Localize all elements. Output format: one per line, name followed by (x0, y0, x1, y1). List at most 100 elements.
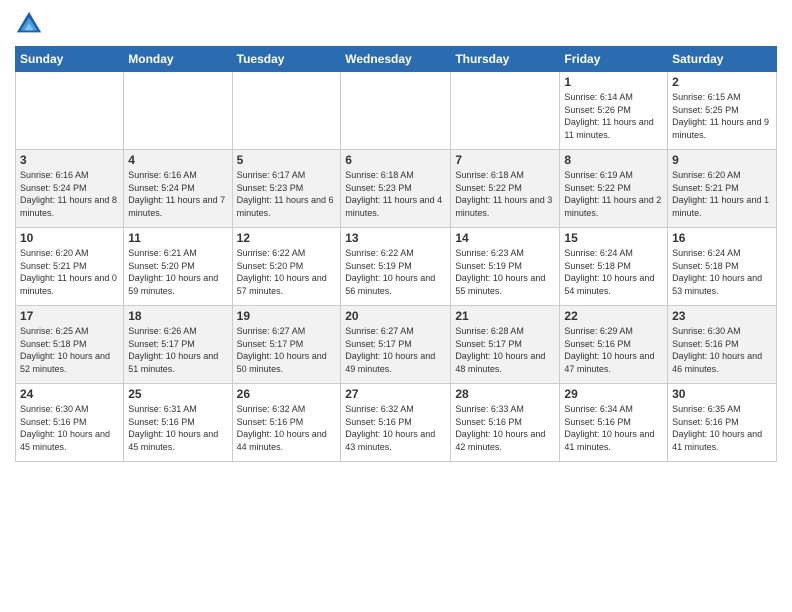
day-info: Sunrise: 6:27 AMSunset: 5:17 PMDaylight:… (237, 325, 337, 375)
day-number: 24 (20, 387, 119, 401)
day-info: Sunrise: 6:18 AMSunset: 5:22 PMDaylight:… (455, 169, 555, 219)
day-info: Sunrise: 6:34 AMSunset: 5:16 PMDaylight:… (564, 403, 663, 453)
day-info: Sunrise: 6:21 AMSunset: 5:20 PMDaylight:… (128, 247, 227, 297)
page: SundayMondayTuesdayWednesdayThursdayFrid… (0, 0, 792, 612)
calendar-cell: 19 Sunrise: 6:27 AMSunset: 5:17 PMDayligh… (232, 306, 341, 384)
day-number: 9 (672, 153, 772, 167)
calendar-cell: 7Sunrise: 6:18 AMSunset: 5:22 PMDaylight… (451, 150, 560, 228)
calendar-cell: 11 Sunrise: 6:21 AMSunset: 5:20 PMDayligh… (124, 228, 232, 306)
calendar-cell: 12Sunrise: 6:22 AMSunset: 5:20 PMDayligh… (232, 228, 341, 306)
logo (15, 10, 46, 38)
day-info: Sunrise: 6:26 AMSunset: 5:17 PMDaylight:… (128, 325, 227, 375)
calendar-cell: 13Sunrise: 6:22 AMSunset: 5:19 PMDayligh… (341, 228, 451, 306)
calendar-cell: 15Sunrise: 6:24 AMSunset: 5:18 PMDayligh… (560, 228, 668, 306)
calendar-cell: 3 Sunrise: 6:16 AMSunset: 5:24 PMDaylight… (16, 150, 124, 228)
calendar-cell: 28Sunrise: 6:33 AMSunset: 5:16 PMDayligh… (451, 384, 560, 462)
calendar-cell: 2 Sunrise: 6:15 AMSunset: 5:25 PMDaylight… (668, 72, 777, 150)
day-number: 20 (345, 309, 446, 323)
calendar-cell: 1 Sunrise: 6:14 AMSunset: 5:26 PMDaylight… (560, 72, 668, 150)
day-number: 19 (237, 309, 337, 323)
day-number: 16 (672, 231, 772, 245)
day-info: Sunrise: 6:22 AMSunset: 5:20 PMDaylight:… (237, 247, 337, 297)
calendar-header-thursday: Thursday (451, 47, 560, 72)
calendar-cell: 4 Sunrise: 6:16 AMSunset: 5:24 PMDaylight… (124, 150, 232, 228)
day-info: Sunrise: 6:35 AMSunset: 5:16 PMDaylight:… (672, 403, 772, 453)
calendar-header-row: SundayMondayTuesdayWednesdayThursdayFrid… (16, 47, 777, 72)
calendar-cell: 21Sunrise: 6:28 AMSunset: 5:17 PMDayligh… (451, 306, 560, 384)
day-number: 13 (345, 231, 446, 245)
calendar-header-friday: Friday (560, 47, 668, 72)
day-number: 8 (564, 153, 663, 167)
day-info: Sunrise: 6:32 AMSunset: 5:16 PMDaylight:… (345, 403, 446, 453)
day-number: 28 (455, 387, 555, 401)
calendar-header-saturday: Saturday (668, 47, 777, 72)
calendar-week-3: 10Sunrise: 6:20 AMSunset: 5:21 PMDayligh… (16, 228, 777, 306)
day-info: Sunrise: 6:20 AMSunset: 5:21 PMDaylight:… (672, 169, 772, 219)
calendar-cell (341, 72, 451, 150)
day-info: Sunrise: 6:31 AMSunset: 5:16 PMDaylight:… (128, 403, 227, 453)
day-info: Sunrise: 6:32 AMSunset: 5:16 PMDaylight:… (237, 403, 337, 453)
day-info: Sunrise: 6:23 AMSunset: 5:19 PMDaylight:… (455, 247, 555, 297)
calendar-header-wednesday: Wednesday (341, 47, 451, 72)
day-info: Sunrise: 6:27 AMSunset: 5:17 PMDaylight:… (345, 325, 446, 375)
day-info: Sunrise: 6:17 AMSunset: 5:23 PMDaylight:… (237, 169, 337, 219)
day-number: 26 (237, 387, 337, 401)
day-number: 14 (455, 231, 555, 245)
calendar-week-5: 24 Sunrise: 6:30 AMSunset: 5:16 PMDayligh… (16, 384, 777, 462)
day-number: 17 (20, 309, 119, 323)
calendar-cell: 14 Sunrise: 6:23 AMSunset: 5:19 PMDayligh… (451, 228, 560, 306)
calendar-header-monday: Monday (124, 47, 232, 72)
calendar-cell: 17 Sunrise: 6:25 AMSunset: 5:18 PMDayligh… (16, 306, 124, 384)
day-number: 4 (128, 153, 227, 167)
day-number: 27 (345, 387, 446, 401)
day-number: 5 (237, 153, 337, 167)
day-number: 6 (345, 153, 446, 167)
day-info: Sunrise: 6:18 AMSunset: 5:23 PMDaylight:… (345, 169, 446, 219)
day-number: 15 (564, 231, 663, 245)
calendar-cell: 25 Sunrise: 6:31 AMSunset: 5:16 PMDayligh… (124, 384, 232, 462)
calendar-week-4: 17 Sunrise: 6:25 AMSunset: 5:18 PMDayligh… (16, 306, 777, 384)
day-info: Sunrise: 6:24 AMSunset: 5:18 PMDaylight:… (672, 247, 772, 297)
calendar-cell: 22 Sunrise: 6:29 AMSunset: 5:16 PMDayligh… (560, 306, 668, 384)
day-info: Sunrise: 6:14 AMSunset: 5:26 PMDaylight:… (564, 91, 663, 141)
calendar-week-2: 3 Sunrise: 6:16 AMSunset: 5:24 PMDaylight… (16, 150, 777, 228)
day-info: Sunrise: 6:25 AMSunset: 5:18 PMDaylight:… (20, 325, 119, 375)
calendar-cell: 24 Sunrise: 6:30 AMSunset: 5:16 PMDayligh… (16, 384, 124, 462)
day-info: Sunrise: 6:16 AMSunset: 5:24 PMDaylight:… (128, 169, 227, 219)
calendar-cell: 30 Sunrise: 6:35 AMSunset: 5:16 PMDayligh… (668, 384, 777, 462)
calendar-cell: 18 Sunrise: 6:26 AMSunset: 5:17 PMDayligh… (124, 306, 232, 384)
calendar-header-tuesday: Tuesday (232, 47, 341, 72)
day-info: Sunrise: 6:29 AMSunset: 5:16 PMDaylight:… (564, 325, 663, 375)
calendar-cell (16, 72, 124, 150)
day-number: 18 (128, 309, 227, 323)
calendar-cell: 6 Sunrise: 6:18 AMSunset: 5:23 PMDaylight… (341, 150, 451, 228)
day-info: Sunrise: 6:16 AMSunset: 5:24 PMDaylight:… (20, 169, 119, 219)
day-number: 11 (128, 231, 227, 245)
day-number: 25 (128, 387, 227, 401)
calendar-cell: 16 Sunrise: 6:24 AMSunset: 5:18 PMDayligh… (668, 228, 777, 306)
calendar-cell: 10Sunrise: 6:20 AMSunset: 5:21 PMDayligh… (16, 228, 124, 306)
day-info: Sunrise: 6:30 AMSunset: 5:16 PMDaylight:… (672, 325, 772, 375)
calendar-cell (232, 72, 341, 150)
calendar-header-sunday: Sunday (16, 47, 124, 72)
day-info: Sunrise: 6:15 AMSunset: 5:25 PMDaylight:… (672, 91, 772, 141)
calendar-cell: 9 Sunrise: 6:20 AMSunset: 5:21 PMDaylight… (668, 150, 777, 228)
day-number: 23 (672, 309, 772, 323)
day-info: Sunrise: 6:28 AMSunset: 5:17 PMDaylight:… (455, 325, 555, 375)
calendar-week-1: 1 Sunrise: 6:14 AMSunset: 5:26 PMDaylight… (16, 72, 777, 150)
calendar-cell: 20 Sunrise: 6:27 AMSunset: 5:17 PMDayligh… (341, 306, 451, 384)
day-number: 30 (672, 387, 772, 401)
calendar-cell: 8 Sunrise: 6:19 AMSunset: 5:22 PMDaylight… (560, 150, 668, 228)
day-number: 1 (564, 75, 663, 89)
calendar-cell: 23 Sunrise: 6:30 AMSunset: 5:16 PMDayligh… (668, 306, 777, 384)
header (15, 10, 777, 38)
day-number: 3 (20, 153, 119, 167)
calendar-cell (451, 72, 560, 150)
day-number: 2 (672, 75, 772, 89)
calendar-cell: 26 Sunrise: 6:32 AMSunset: 5:16 PMDayligh… (232, 384, 341, 462)
calendar-cell (124, 72, 232, 150)
day-info: Sunrise: 6:19 AMSunset: 5:22 PMDaylight:… (564, 169, 663, 219)
day-info: Sunrise: 6:30 AMSunset: 5:16 PMDaylight:… (20, 403, 119, 453)
day-number: 22 (564, 309, 663, 323)
calendar-cell: 27 Sunrise: 6:32 AMSunset: 5:16 PMDayligh… (341, 384, 451, 462)
